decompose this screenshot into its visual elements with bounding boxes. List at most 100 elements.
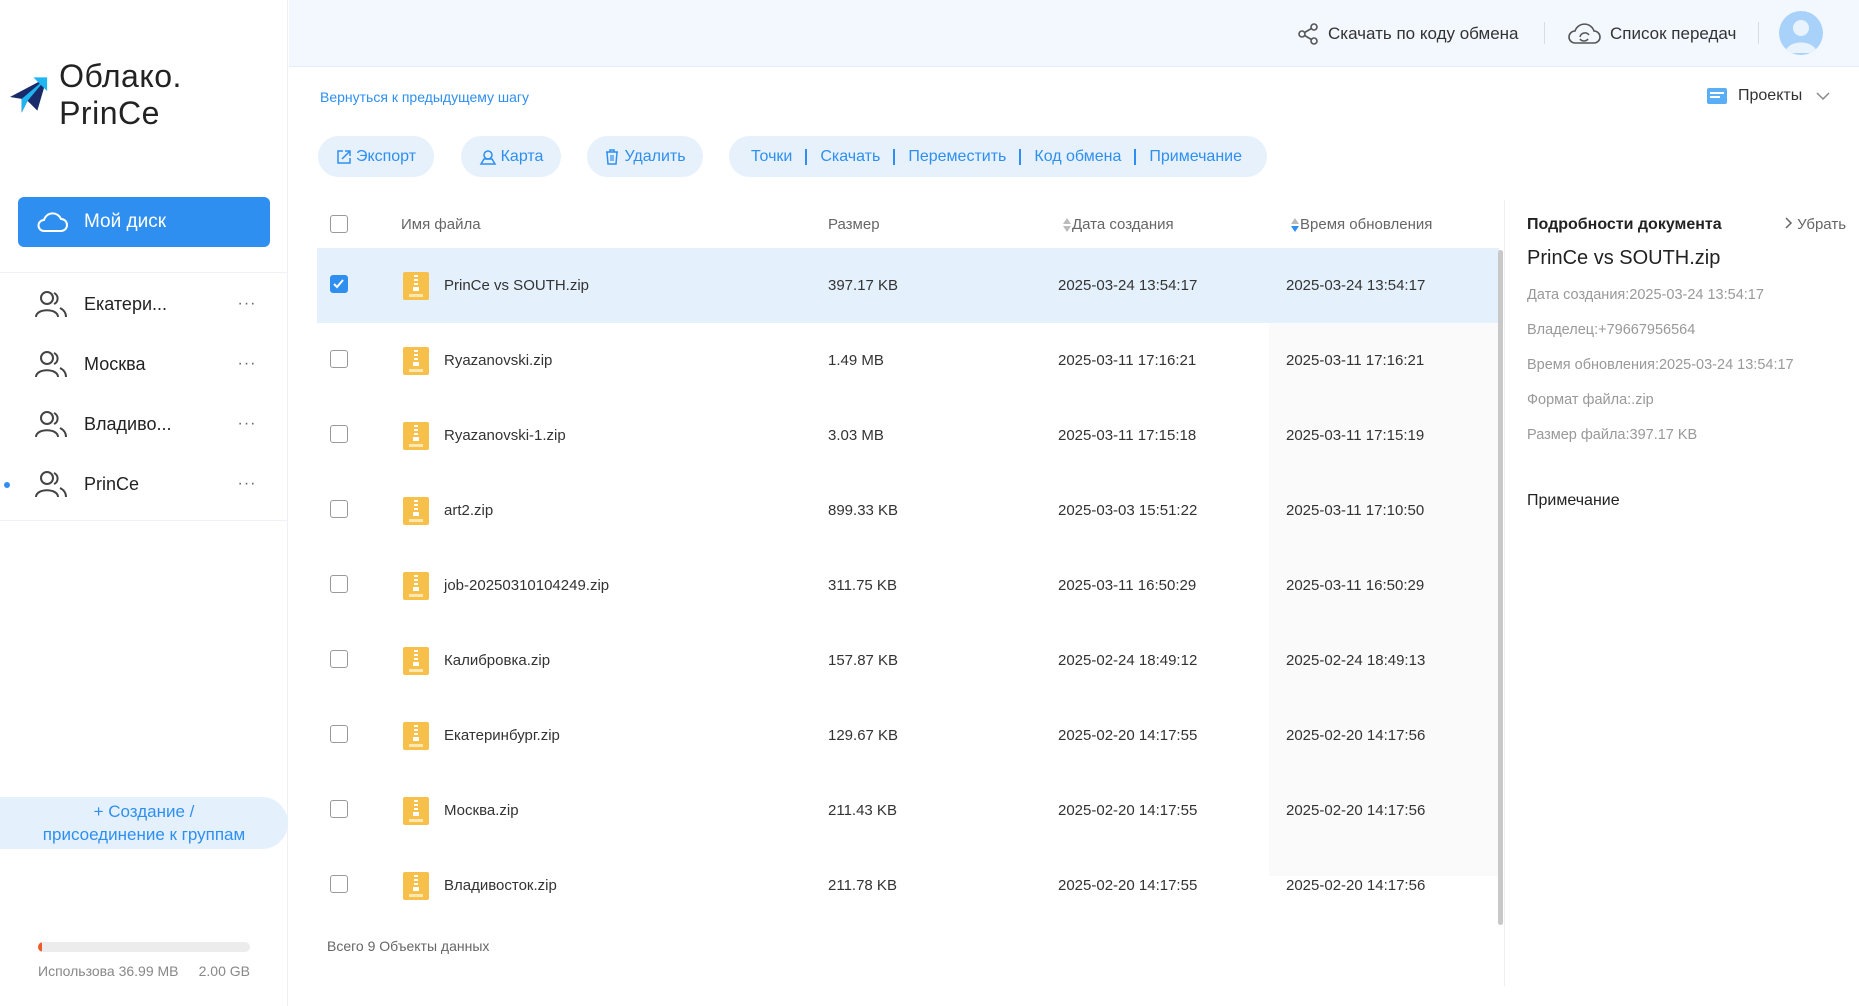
- row-checkbox[interactable]: [330, 500, 348, 518]
- download-button[interactable]: Скачать: [820, 148, 880, 166]
- top-header: Скачать по коду обмена Список передач: [289, 0, 1859, 67]
- table-row[interactable]: Екатеринбург.zip 129.67 KB 2025-02-20 14:1…: [317, 698, 1499, 773]
- file-created: 2025-03-03 15:51:22: [1058, 502, 1198, 519]
- file-created: 2025-03-11 17:16:21: [1058, 352, 1197, 369]
- row-checkbox[interactable]: [330, 800, 348, 818]
- transfer-list-button[interactable]: Список передач: [1566, 20, 1736, 48]
- more-icon[interactable]: ···: [234, 475, 260, 493]
- table-row[interactable]: PrinCe vs SOUTH.zip 397.17 KB 2025-03-24 1…: [317, 248, 1499, 323]
- app-logo[interactable]: Облако. PrinCe: [8, 58, 287, 132]
- row-checkbox[interactable]: [330, 350, 348, 368]
- file-name[interactable]: Ryazanovski-1.zip: [444, 427, 566, 444]
- col-updated[interactable]: Время обновления: [1290, 216, 1432, 233]
- user-avatar[interactable]: [1779, 11, 1823, 55]
- row-checkbox[interactable]: [330, 275, 348, 293]
- storage-used: Использова 36.99 MB: [38, 963, 179, 979]
- table-row[interactable]: Ryazanovski.zip 1.49 MB 2025-03-11 17:16:2…: [317, 323, 1499, 398]
- sidebar-group-ekaterinburg[interactable]: Екатери... ···: [18, 279, 270, 329]
- row-checkbox[interactable]: [330, 650, 348, 668]
- more-icon[interactable]: ···: [234, 415, 260, 433]
- table-header: Имя файла Размер Дата создания Время обн…: [317, 200, 1499, 248]
- sidebar-divider: [0, 272, 288, 273]
- file-name[interactable]: job-20250310104249.zip: [444, 577, 609, 594]
- note-button[interactable]: Примечание: [1149, 148, 1242, 166]
- storage-usage-text: Использова 36.99 MB 2.00 GB: [38, 963, 250, 979]
- header-divider: [1544, 22, 1545, 44]
- file-name[interactable]: Калибровка.zip: [444, 652, 550, 669]
- delete-label: Удалить: [624, 147, 686, 165]
- total-count: Всего 9 Объекты данных: [327, 938, 490, 954]
- row-checkbox[interactable]: [330, 425, 348, 443]
- row-checkbox[interactable]: [330, 725, 348, 743]
- table-row[interactable]: job-20250310104249.zip 311.75 KB 2025-03-1…: [317, 548, 1499, 623]
- my-disk-button[interactable]: Мой диск: [18, 197, 270, 247]
- sidebar-divider: [0, 520, 288, 521]
- active-indicator: [4, 482, 10, 488]
- file-size: 397.17 KB: [828, 277, 899, 294]
- col-name[interactable]: Имя файла: [401, 216, 481, 233]
- col-size[interactable]: Размер: [828, 216, 880, 233]
- logo-plane-icon: [9, 77, 48, 113]
- sidebar-group-vladivostok[interactable]: Владиво... ···: [18, 399, 270, 449]
- file-created: 2025-03-11 17:15:18: [1058, 427, 1197, 444]
- group-icon: [35, 471, 67, 498]
- sidebar-group-label: Екатери...: [84, 293, 168, 314]
- col-created-label: Дата создания: [1072, 216, 1174, 233]
- file-size: 211.43 KB: [828, 802, 897, 819]
- user-icon: [1785, 20, 1817, 53]
- export-icon: [337, 149, 351, 164]
- file-size: 899.33 KB: [828, 502, 899, 519]
- sidebar-group-moscow[interactable]: Москва ···: [18, 339, 270, 389]
- file-name[interactable]: Екатеринбург.zip: [444, 727, 560, 744]
- export-button[interactable]: Экспорт: [318, 136, 434, 177]
- move-button[interactable]: Переместить: [908, 148, 1006, 166]
- zip-file-icon: [403, 347, 429, 379]
- toolbar-divider: [1019, 148, 1022, 165]
- row-checkbox[interactable]: [330, 575, 348, 593]
- storage-usage-bar: [38, 942, 250, 952]
- file-size: 3.03 MB: [828, 427, 884, 444]
- table-row[interactable]: Москва.zip 211.43 KB 2025-02-20 14:17:55 20…: [317, 773, 1499, 848]
- toolbar-divider: [1134, 148, 1137, 165]
- table-row[interactable]: Владивосток.zip 211.78 KB 2025-02-20 14:17…: [317, 848, 1499, 923]
- sidebar-group-label: PrinCe: [84, 473, 140, 494]
- file-name[interactable]: Владивосток.zip: [444, 877, 557, 894]
- my-disk-label: Мой диск: [84, 211, 167, 232]
- points-button[interactable]: Точки: [751, 148, 792, 166]
- file-name[interactable]: Ryazanovski.zip: [444, 352, 552, 369]
- file-updated: 2025-03-24 13:54:17: [1286, 277, 1426, 294]
- row-checkbox[interactable]: [330, 875, 348, 893]
- table-row[interactable]: art2.zip 899.33 KB 2025-03-03 15:51:22 2025…: [317, 473, 1499, 548]
- file-table: Имя файла Размер Дата создания Время обн…: [317, 200, 1499, 923]
- table-row[interactable]: Ryazanovski-1.zip 3.03 MB 2025-03-11 17:15…: [317, 398, 1499, 473]
- more-icon[interactable]: ···: [234, 295, 260, 313]
- document-details-panel: Подробности документа Убрать PrinCe vs S…: [1504, 200, 1859, 986]
- file-updated: 2025-02-20 14:17:56: [1286, 727, 1426, 744]
- file-name[interactable]: PrinCe vs SOUTH.zip: [444, 277, 589, 294]
- storage-usage-fill: [38, 942, 43, 952]
- download-by-code-button[interactable]: Скачать по коду обмена: [1296, 20, 1519, 48]
- chevron-right-icon: [1785, 217, 1793, 229]
- more-icon[interactable]: ···: [234, 355, 260, 373]
- sidebar-group-prince[interactable]: PrinCe ···: [18, 459, 270, 509]
- table-row[interactable]: Калибровка.zip 157.87 KB 2025-02-24 18:49:…: [317, 623, 1499, 698]
- projects-dropdown[interactable]: Проекты: [1706, 86, 1840, 106]
- back-link[interactable]: Вернуться к предыдущему шагу: [320, 89, 529, 105]
- map-button[interactable]: Карта: [461, 136, 561, 177]
- file-created: 2025-02-20 14:17:55: [1058, 727, 1198, 744]
- details-file-name: PrinCe vs SOUTH.zip: [1527, 247, 1721, 269]
- create-join-group-button[interactable]: + Создание / присоединение к группам: [0, 797, 288, 849]
- file-size: 129.67 KB: [828, 727, 899, 744]
- select-all-checkbox[interactable]: [330, 215, 348, 233]
- col-created[interactable]: Дата создания: [1062, 216, 1174, 233]
- file-name[interactable]: art2.zip: [444, 502, 493, 519]
- group-icon: [35, 411, 67, 438]
- details-format: Формат файла:.zip: [1527, 392, 1654, 408]
- hide-details-button[interactable]: Убрать: [1785, 216, 1846, 233]
- file-size: 1.49 MB: [828, 352, 884, 369]
- delete-button[interactable]: Удалить: [587, 136, 703, 177]
- file-name[interactable]: Москва.zip: [444, 802, 519, 819]
- scrollbar[interactable]: [1498, 250, 1503, 925]
- sidebar-group-label: Владиво...: [84, 413, 172, 434]
- share-code-button[interactable]: Код обмена: [1034, 148, 1121, 166]
